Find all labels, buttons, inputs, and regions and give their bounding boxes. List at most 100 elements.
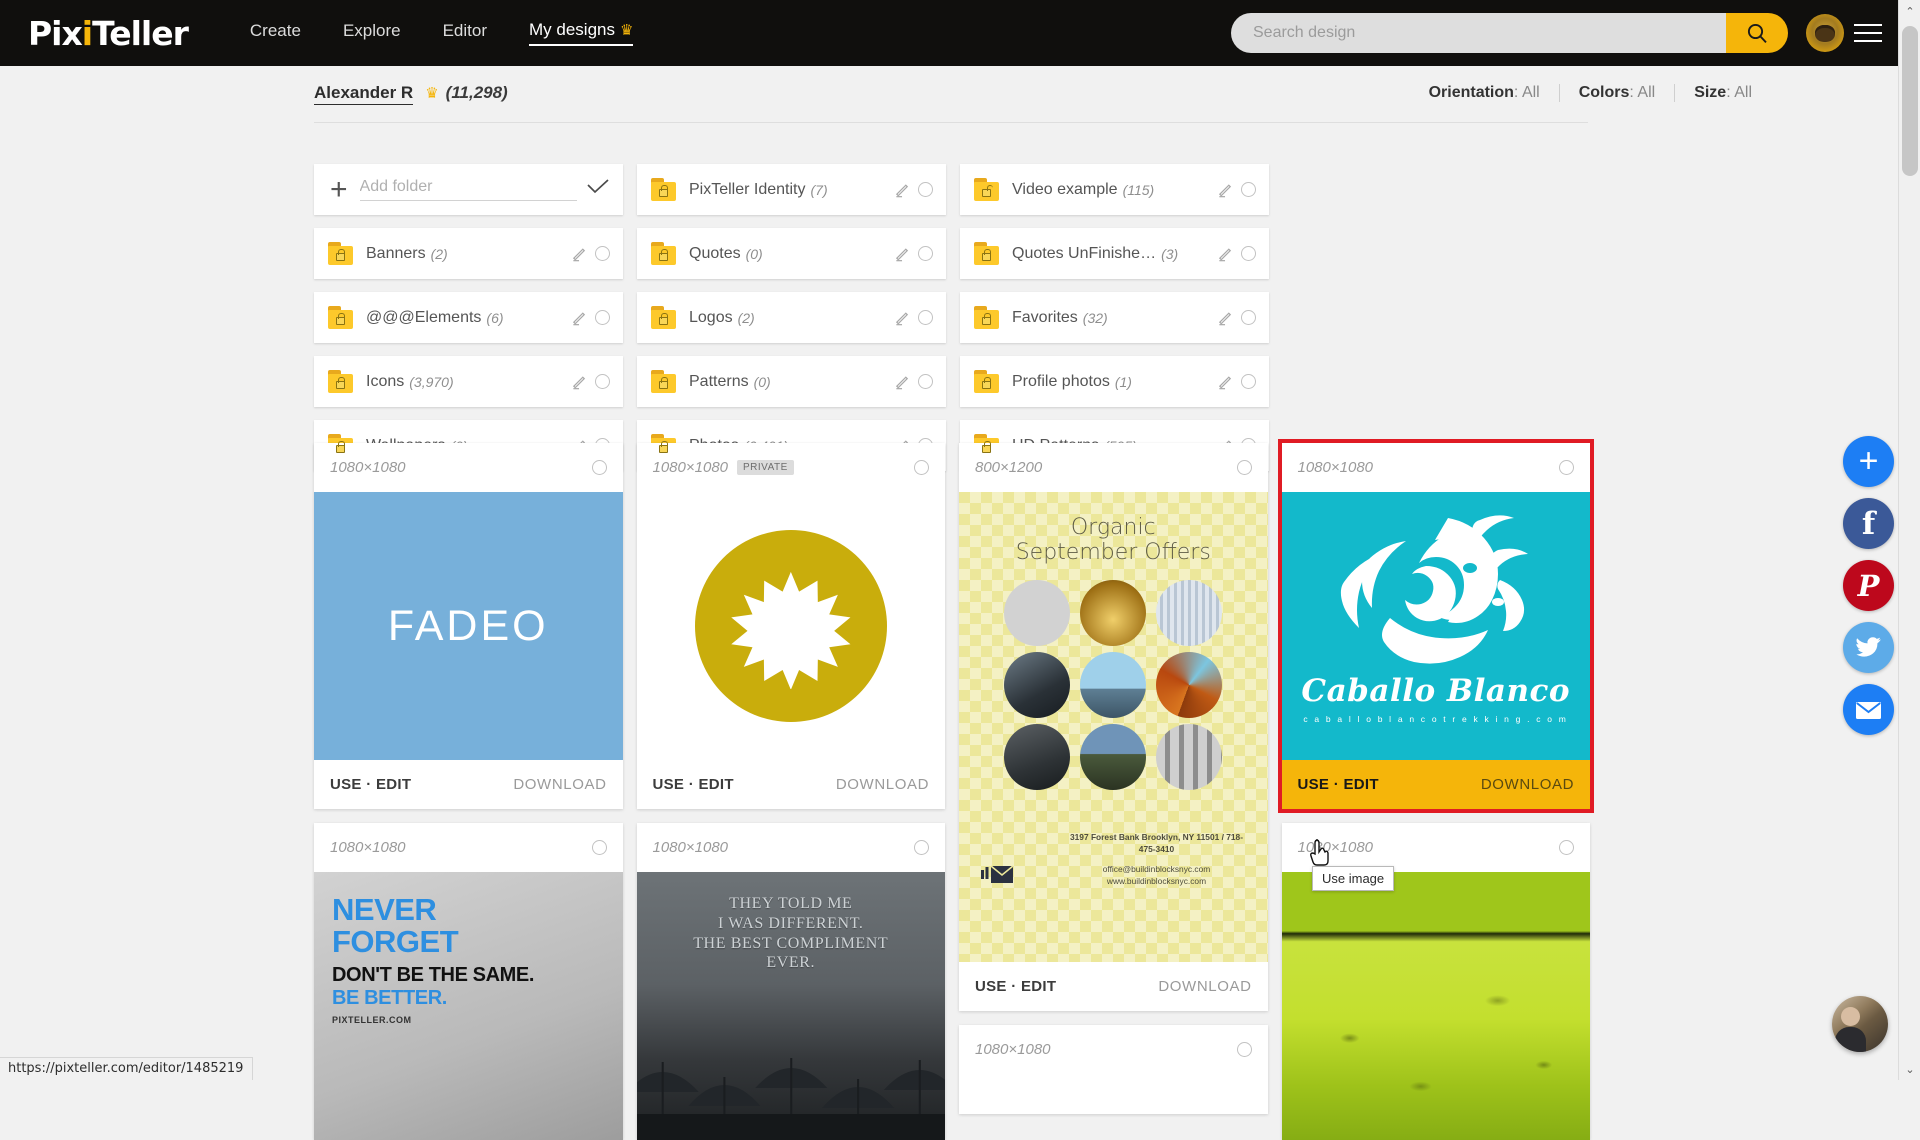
card-thumbnail[interactable] <box>637 492 946 760</box>
card-thumbnail[interactable]: FADEO <box>314 492 623 760</box>
envelope-icon <box>1855 700 1882 720</box>
hamburger-menu-icon[interactable] <box>1854 18 1882 48</box>
folder-icon <box>974 178 1002 201</box>
edit-pencil-icon[interactable] <box>894 309 911 326</box>
design-card-never-forget[interactable]: 1080×1080 NEVER FORGET DON'T BE THE SAME… <box>314 823 623 1140</box>
add-folder-input[interactable] <box>360 178 577 201</box>
card-thumbnail[interactable] <box>1282 872 1591 1140</box>
folder-item-banners[interactable]: Banners (2) <box>314 228 623 279</box>
card-thumbnail[interactable]: Organic September Offers 3197 Forest Ban… <box>959 492 1268 962</box>
page-scrollbar[interactable]: ⌃ ⌄ <box>1898 0 1920 1080</box>
support-chat-avatar[interactable] <box>1832 996 1888 1052</box>
folder-item-patterns[interactable]: Patterns (0) <box>637 356 946 407</box>
card-select-circle[interactable] <box>1559 840 1574 855</box>
thumb-line-1: NEVER <box>332 894 623 926</box>
folder-select-circle[interactable] <box>595 310 610 325</box>
scroll-up-arrow-icon[interactable]: ⌃ <box>1899 0 1920 22</box>
use-edit-button[interactable]: USE · EDIT <box>330 776 411 793</box>
download-button[interactable]: DOWNLOAD <box>836 776 929 793</box>
card-select-circle[interactable] <box>1237 1042 1252 1057</box>
edit-pencil-icon[interactable] <box>1217 309 1234 326</box>
folder-item-profile-photos[interactable]: Profile photos (1) <box>960 356 1269 407</box>
nav-item-explore[interactable]: Explore <box>343 21 401 45</box>
design-card-told-me[interactable]: 1080×1080 THEY TOLD ME I WAS DIFFERENT. … <box>637 823 946 1140</box>
folder-select-circle[interactable] <box>1241 246 1256 261</box>
nav-item-create[interactable]: Create <box>250 21 301 45</box>
card-select-circle[interactable] <box>592 840 607 855</box>
scrollbar-thumb[interactable] <box>1902 26 1918 176</box>
folder-item-icons[interactable]: Icons (3,970) <box>314 356 623 407</box>
thumb-text-fadeo: FADEO <box>388 602 549 651</box>
folder-select-circle[interactable] <box>595 246 610 261</box>
add-folder-card[interactable]: + <box>314 164 623 215</box>
design-card-organic-september[interactable]: 800×1200 Organic September Offers <box>959 443 1268 1011</box>
folder-item-elements[interactable]: @@@Elements (6) <box>314 292 623 343</box>
share-plus-button[interactable]: + <box>1843 436 1894 487</box>
nav-item-editor[interactable]: Editor <box>443 21 487 45</box>
edit-pencil-icon[interactable] <box>571 309 588 326</box>
filter-colors[interactable]: Colors: All <box>1560 84 1675 102</box>
use-edit-button[interactable]: USE · EDIT <box>1298 776 1379 793</box>
download-button[interactable]: DOWNLOAD <box>513 776 606 793</box>
edit-pencil-icon[interactable] <box>1217 245 1234 262</box>
design-card-fadeo[interactable]: 1080×1080 FADEO USE · EDIT DOWNLOAD <box>314 443 623 809</box>
facebook-button[interactable]: f <box>1843 498 1894 549</box>
folder-select-circle[interactable] <box>918 310 933 325</box>
folder-item-favorites[interactable]: Favorites (32) <box>960 292 1269 343</box>
card-thumbnail[interactable] <box>959 1074 1268 1114</box>
folder-select-circle[interactable] <box>918 182 933 197</box>
pinterest-button[interactable]: P <box>1843 560 1894 611</box>
design-card-col3-lower[interactable]: 1080×1080 <box>959 1025 1268 1114</box>
owner-name[interactable]: Alexander R <box>314 83 413 105</box>
edit-pencil-icon[interactable] <box>1217 181 1234 198</box>
quote-line-1: THEY TOLD ME <box>637 894 946 914</box>
check-icon[interactable] <box>587 179 609 200</box>
search-icon <box>1745 21 1769 45</box>
edit-pencil-icon[interactable] <box>571 245 588 262</box>
folder-select-circle[interactable] <box>918 374 933 389</box>
edit-pencil-icon[interactable] <box>894 373 911 390</box>
folder-item-quotes-unfinished[interactable]: Quotes UnFinishe… (3) <box>960 228 1269 279</box>
edit-pencil-icon[interactable] <box>894 181 911 198</box>
use-edit-button[interactable]: USE · EDIT <box>975 978 1056 995</box>
thumb-line-4: BE BETTER. <box>332 987 623 1010</box>
pixteller-logo[interactable]: PixiTeller <box>28 14 188 53</box>
edit-pencil-icon[interactable] <box>571 373 588 390</box>
card-select-circle[interactable] <box>914 460 929 475</box>
twitter-button[interactable] <box>1843 622 1894 673</box>
edit-pencil-icon[interactable] <box>894 245 911 262</box>
folder-item-video-example[interactable]: Video example (115) <box>960 164 1269 215</box>
nav-item-my-designs[interactable]: My designs♛ <box>529 20 633 46</box>
folder-select-circle[interactable] <box>1241 182 1256 197</box>
folder-name: Favorites <box>1012 309 1078 327</box>
card-select-circle[interactable] <box>1237 460 1252 475</box>
design-card-star[interactable]: 1080×1080PRIVATE USE · EDIT DOWNLOAD <box>637 443 946 809</box>
email-button[interactable] <box>1843 684 1894 735</box>
folder-select-circle[interactable] <box>1241 310 1256 325</box>
card-select-circle[interactable] <box>1559 460 1574 475</box>
card-thumbnail[interactable]: NEVER FORGET DON'T BE THE SAME. BE BETTE… <box>314 872 623 1140</box>
filter-orientation[interactable]: Orientation: All <box>1410 84 1560 102</box>
folder-select-circle[interactable] <box>918 246 933 261</box>
folder-select-circle[interactable] <box>1241 374 1256 389</box>
use-edit-button[interactable]: USE · EDIT <box>653 776 734 793</box>
search-input[interactable] <box>1231 13 1726 53</box>
design-column-3: 800×1200 Organic September Offers <box>959 443 1268 1140</box>
design-card-caballo-blanco[interactable]: 1080×1080 <box>1282 443 1591 809</box>
folder-item-quotes[interactable]: Quotes (0) <box>637 228 946 279</box>
card-select-circle[interactable] <box>914 840 929 855</box>
download-button[interactable]: DOWNLOAD <box>1158 978 1251 995</box>
filter-size[interactable]: Size: All <box>1675 84 1752 102</box>
folder-item-logos[interactable]: Logos (2) <box>637 292 946 343</box>
search-button[interactable] <box>1726 13 1788 53</box>
facebook-icon: f <box>1862 506 1875 542</box>
scroll-down-arrow-icon[interactable]: ⌄ <box>1899 1058 1920 1080</box>
card-thumbnail[interactable]: Caballo Blanco c a b a l l o b l a n c o… <box>1282 492 1591 760</box>
user-avatar[interactable] <box>1806 14 1844 52</box>
edit-pencil-icon[interactable] <box>1217 373 1234 390</box>
card-thumbnail[interactable]: THEY TOLD ME I WAS DIFFERENT. THE BEST C… <box>637 872 946 1140</box>
folder-select-circle[interactable] <box>595 374 610 389</box>
card-select-circle[interactable] <box>592 460 607 475</box>
download-button[interactable]: DOWNLOAD <box>1481 776 1574 793</box>
folder-item-pixteller-identity[interactable]: PixTeller Identity (7) <box>637 164 946 215</box>
